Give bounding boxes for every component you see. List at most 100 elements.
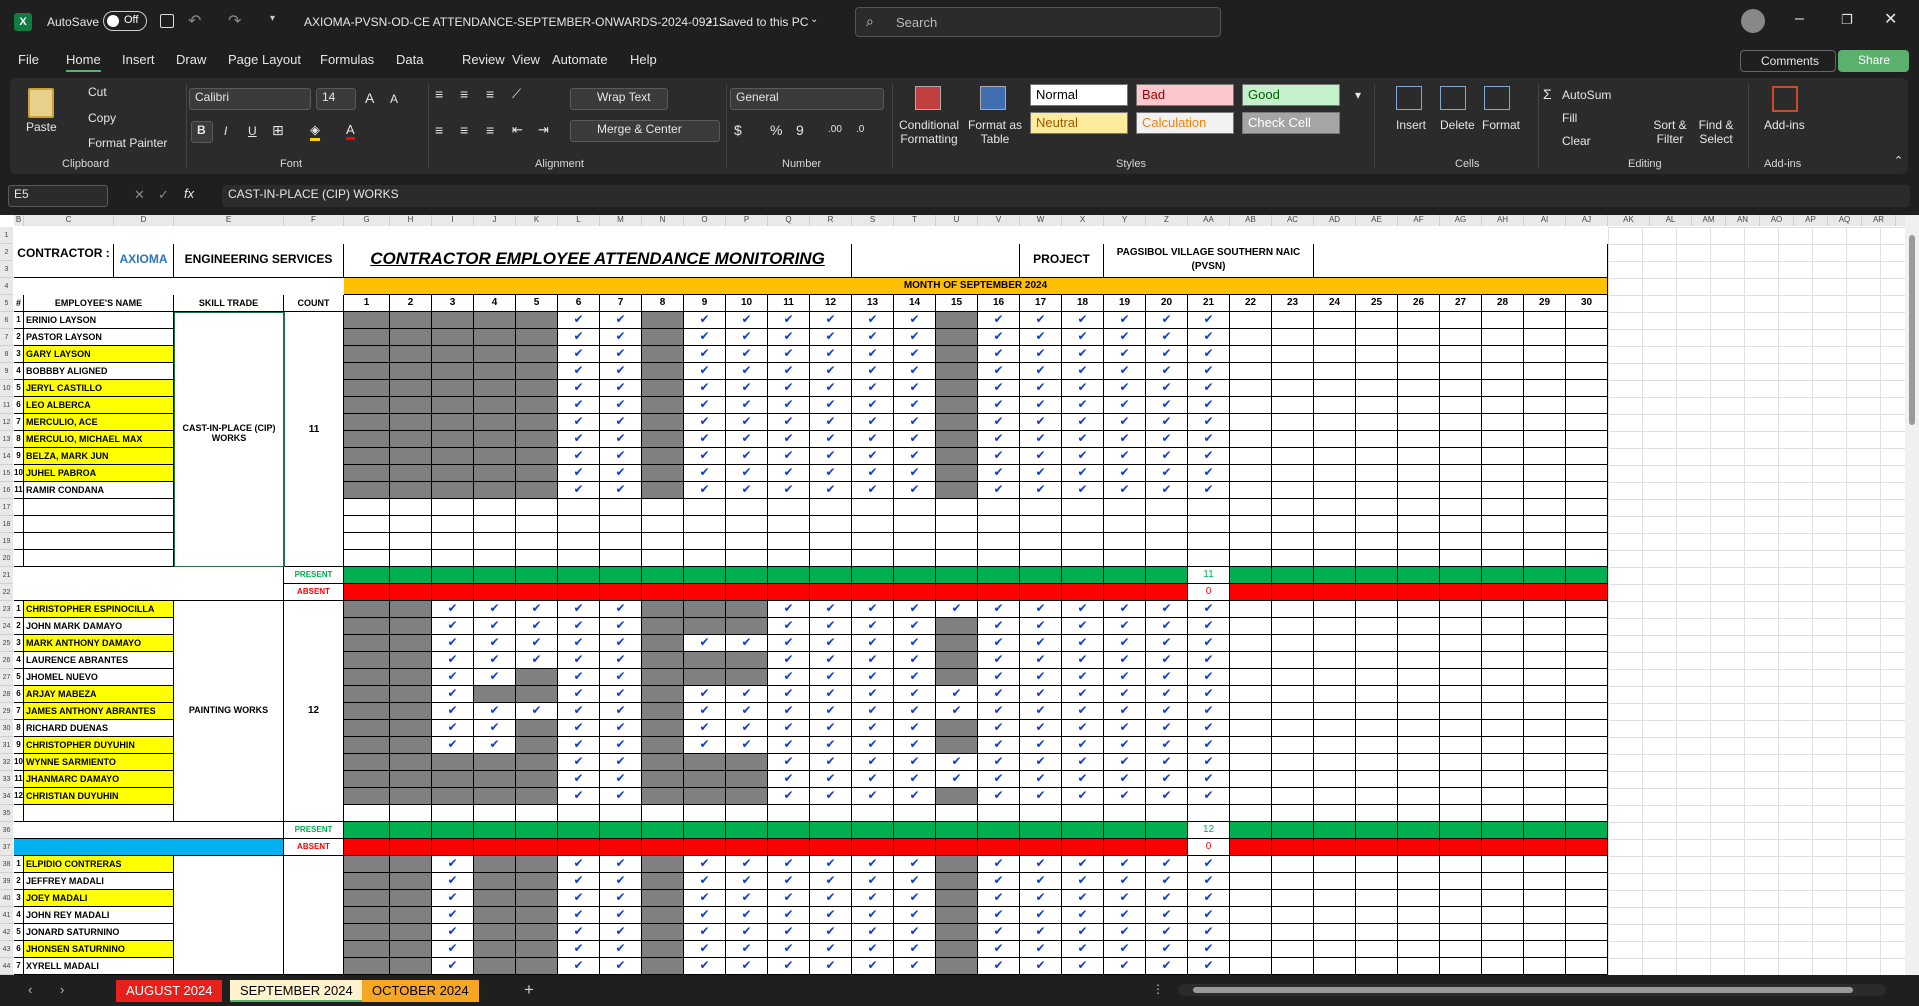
attendance-check[interactable]: ✔ (768, 669, 810, 686)
attendance-check[interactable]: ✔ (726, 941, 768, 958)
attendance-check[interactable]: ✔ (684, 720, 726, 737)
attendance-empty[interactable] (1272, 380, 1314, 397)
attendance-empty[interactable] (1272, 601, 1314, 618)
attendance-check[interactable]: ✔ (894, 703, 936, 720)
attendance-check[interactable]: ✔ (810, 686, 852, 703)
attendance-empty[interactable] (1398, 924, 1440, 941)
attendance-check[interactable]: ✔ (768, 482, 810, 499)
attendance-empty[interactable] (1524, 601, 1566, 618)
attendance-empty[interactable] (1482, 856, 1524, 873)
attendance-check[interactable]: ✔ (1062, 873, 1104, 890)
attendance-empty[interactable] (1272, 686, 1314, 703)
attendance-empty[interactable] (344, 499, 390, 516)
attendance-empty[interactable] (1566, 635, 1608, 652)
attendance-empty[interactable] (894, 533, 936, 550)
attendance-empty[interactable] (1398, 754, 1440, 771)
attendance-check[interactable]: ✔ (894, 363, 936, 380)
attendance-check[interactable]: ✔ (1020, 329, 1062, 346)
menu-help[interactable]: Help (630, 52, 657, 67)
attendance-check[interactable]: ✔ (852, 380, 894, 397)
attendance-empty[interactable] (852, 516, 894, 533)
attendance-check[interactable]: ✔ (894, 618, 936, 635)
attendance-check[interactable]: ✔ (768, 397, 810, 414)
attendance-empty[interactable] (1482, 924, 1524, 941)
attendance-check[interactable]: ✔ (768, 312, 810, 329)
attendance-empty[interactable] (558, 805, 600, 822)
attendance-check[interactable]: ✔ (852, 720, 894, 737)
attendance-empty[interactable] (1398, 448, 1440, 465)
menu-draw[interactable]: Draw (176, 52, 206, 67)
attendance-check[interactable]: ✔ (810, 737, 852, 754)
attendance-check[interactable]: ✔ (1020, 414, 1062, 431)
attendance-empty[interactable] (1566, 363, 1608, 380)
attendance-empty[interactable] (1272, 907, 1314, 924)
name-box[interactable]: E5 (8, 185, 108, 207)
attendance-check[interactable]: ✔ (852, 329, 894, 346)
attendance-empty[interactable] (1566, 771, 1608, 788)
attendance-check[interactable]: ✔ (1104, 431, 1146, 448)
attendance-empty[interactable] (684, 805, 726, 822)
attendance-empty[interactable] (1230, 414, 1272, 431)
attendance-check[interactable]: ✔ (768, 346, 810, 363)
column-header[interactable]: H (390, 215, 432, 226)
attendance-empty[interactable] (1356, 414, 1398, 431)
attendance-check[interactable]: ✔ (726, 329, 768, 346)
attendance-empty[interactable] (432, 499, 474, 516)
attendance-empty[interactable] (1314, 856, 1356, 873)
attendance-empty[interactable] (1314, 737, 1356, 754)
attendance-empty[interactable] (1146, 533, 1188, 550)
attendance-empty[interactable] (810, 533, 852, 550)
attendance-check[interactable]: ✔ (1146, 754, 1188, 771)
attendance-check[interactable]: ✔ (1062, 788, 1104, 805)
attendance-empty[interactable] (1524, 346, 1566, 363)
attendance-empty[interactable] (1482, 771, 1524, 788)
menu-file[interactable]: File (18, 52, 39, 67)
attendance-empty[interactable] (1062, 533, 1104, 550)
row-header[interactable]: 38 (0, 856, 13, 873)
attendance-check[interactable]: ✔ (1188, 601, 1230, 618)
attendance-check[interactable]: ✔ (1020, 890, 1062, 907)
attendance-check[interactable]: ✔ (936, 703, 978, 720)
attendance-check[interactable]: ✔ (894, 669, 936, 686)
attendance-check[interactable]: ✔ (684, 448, 726, 465)
row-header[interactable]: 25 (0, 635, 13, 652)
attendance-empty[interactable] (726, 499, 768, 516)
attendance-check[interactable]: ✔ (894, 856, 936, 873)
attendance-empty[interactable] (1482, 788, 1524, 805)
attendance-empty[interactable] (1524, 533, 1566, 550)
attendance-empty[interactable] (1356, 873, 1398, 890)
attendance-check[interactable]: ✔ (1020, 703, 1062, 720)
font-color-icon[interactable]: A (346, 122, 355, 140)
attendance-empty[interactable] (1062, 550, 1104, 567)
attendance-check[interactable]: ✔ (852, 652, 894, 669)
insert-cells-button[interactable]: Insert (1396, 118, 1426, 132)
row-header[interactable]: 3 (0, 261, 13, 278)
column-header[interactable]: AL (1650, 215, 1692, 226)
align-left-icon[interactable]: ≡ (435, 122, 443, 138)
attendance-empty[interactable] (1482, 805, 1524, 822)
attendance-check[interactable]: ✔ (810, 380, 852, 397)
empty-grid-area[interactable] (1608, 227, 1919, 975)
attendance-empty[interactable] (1566, 703, 1608, 720)
addins-icon[interactable] (1772, 86, 1798, 112)
attendance-empty[interactable] (1314, 312, 1356, 329)
attendance-check[interactable]: ✔ (558, 890, 600, 907)
attendance-check[interactable]: ✔ (1020, 737, 1062, 754)
attendance-empty[interactable] (1440, 346, 1482, 363)
row-header[interactable]: 26 (0, 652, 13, 669)
attendance-check[interactable]: ✔ (684, 686, 726, 703)
attendance-check[interactable]: ✔ (1020, 941, 1062, 958)
attendance-check[interactable]: ✔ (768, 618, 810, 635)
attendance-check[interactable]: ✔ (978, 397, 1020, 414)
attendance-check[interactable]: ✔ (684, 958, 726, 975)
align-center-icon[interactable]: ≡ (460, 122, 468, 138)
attendance-check[interactable]: ✔ (978, 431, 1020, 448)
attendance-check[interactable]: ✔ (810, 941, 852, 958)
attendance-empty[interactable] (344, 550, 390, 567)
attendance-empty[interactable] (1440, 618, 1482, 635)
attendance-check[interactable]: ✔ (600, 601, 642, 618)
attendance-check[interactable]: ✔ (852, 890, 894, 907)
attendance-empty[interactable] (1230, 890, 1272, 907)
attendance-empty[interactable] (1440, 958, 1482, 975)
column-header[interactable]: AM (1692, 215, 1726, 226)
